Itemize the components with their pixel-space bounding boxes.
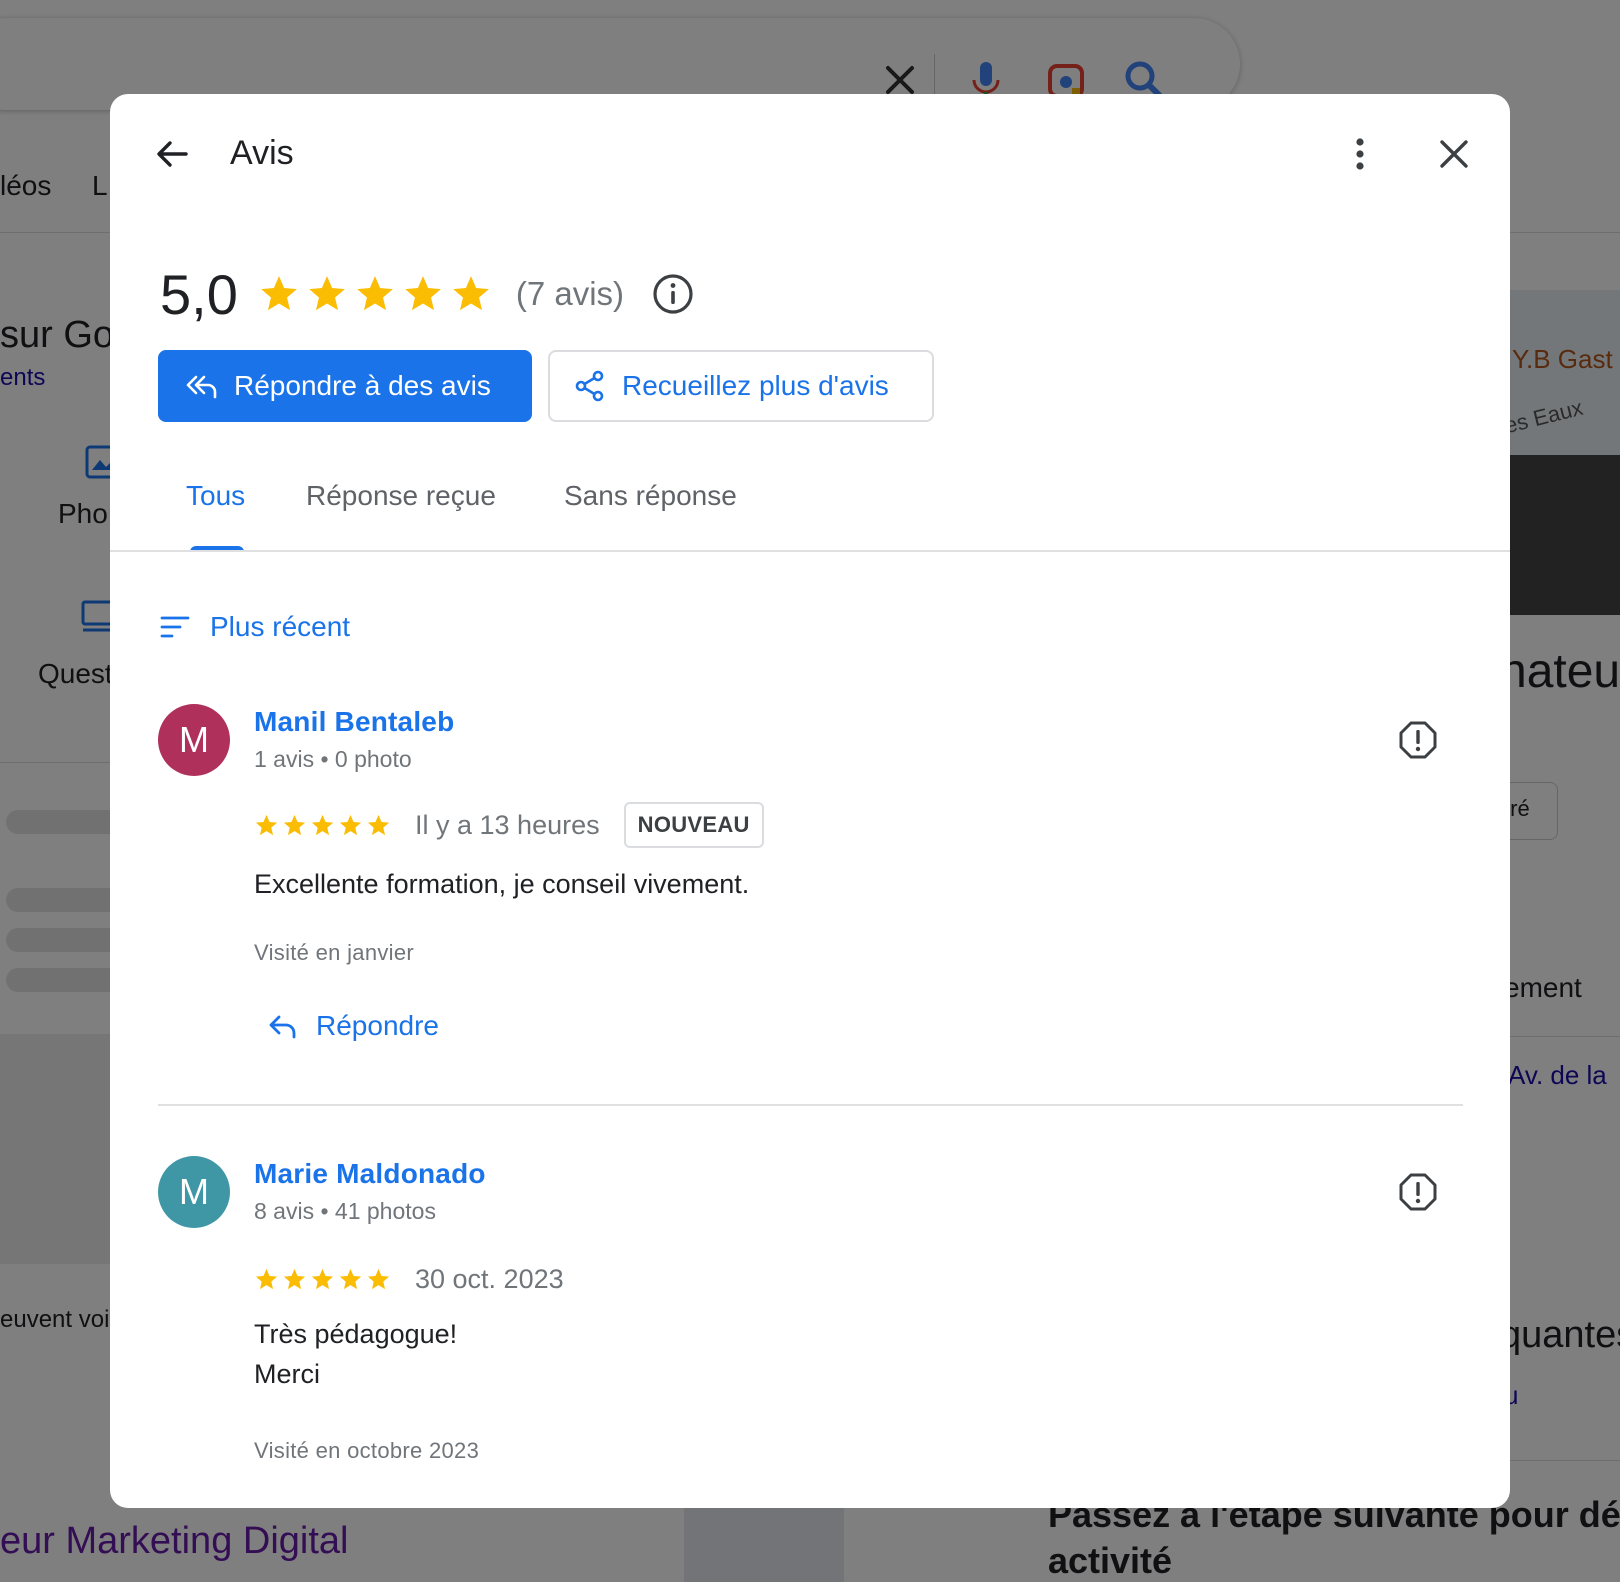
info-icon[interactable] bbox=[652, 273, 694, 315]
star-icon bbox=[405, 276, 441, 311]
rating-value: 5,0 bbox=[160, 262, 238, 326]
new-badge: NOUVEAU bbox=[623, 802, 764, 848]
review-text: Très pédagogue! Merci bbox=[254, 1319, 458, 1389]
tab-unanswered[interactable]: Sans réponse bbox=[564, 462, 764, 552]
star-icon bbox=[367, 1268, 390, 1289]
rating-stars bbox=[258, 273, 492, 315]
tab-label: Réponse reçue bbox=[306, 480, 496, 511]
star-icon bbox=[311, 1268, 334, 1289]
dialog-title: Avis bbox=[230, 134, 294, 172]
review-divider bbox=[158, 1104, 1463, 1106]
tab-replied[interactable]: Réponse reçue bbox=[306, 462, 526, 552]
close-button[interactable] bbox=[1426, 128, 1482, 184]
more-options-button[interactable] bbox=[1332, 128, 1388, 184]
avatar[interactable]: M bbox=[158, 1156, 230, 1228]
arrow-left-icon bbox=[152, 134, 192, 179]
review-author[interactable]: Marie Maldonado bbox=[254, 1158, 486, 1190]
review-date: 30 oct. 2023 bbox=[415, 1263, 564, 1294]
tab-label: Tous bbox=[186, 480, 246, 511]
more-vert-icon bbox=[1340, 134, 1380, 179]
reply-all-icon bbox=[184, 371, 218, 401]
star-icon bbox=[309, 276, 345, 311]
star-icon bbox=[311, 814, 334, 835]
report-icon bbox=[1398, 721, 1438, 764]
tab-label: Sans réponse bbox=[564, 480, 737, 511]
review-visited: Visité en janvier bbox=[254, 940, 415, 965]
review-filter-tabs: Tous Réponse reçue Sans réponse bbox=[158, 462, 1510, 552]
review-author-meta: 1 avis • 0 photo bbox=[254, 746, 412, 772]
star-icon bbox=[453, 276, 489, 311]
sort-label: Plus récent bbox=[210, 611, 351, 642]
collect-reviews-label: Recueillez plus d'avis bbox=[622, 370, 889, 401]
share-icon bbox=[574, 370, 606, 402]
review-stars bbox=[254, 1267, 391, 1292]
reply-label: Répondre bbox=[316, 1010, 439, 1041]
report-icon bbox=[1398, 1173, 1438, 1216]
star-icon bbox=[255, 1268, 278, 1289]
review-author-meta: 8 avis • 41 photos bbox=[254, 1198, 436, 1224]
star-icon bbox=[283, 1268, 306, 1289]
review-text: Excellente formation, je conseil vivemen… bbox=[254, 869, 750, 899]
rating-summary: 5,0 (7 avis) bbox=[160, 254, 694, 334]
reply-icon bbox=[268, 1012, 298, 1040]
reply-to-reviews-button[interactable]: Répondre à des avis bbox=[158, 350, 532, 422]
star-icon bbox=[261, 276, 297, 311]
review-stars bbox=[254, 813, 391, 838]
sort-icon bbox=[160, 615, 190, 639]
tabs-divider bbox=[110, 550, 1510, 552]
review-item: M Marie Maldonado 8 avis • 41 photos 30 … bbox=[158, 1156, 1470, 1508]
star-icon bbox=[357, 276, 393, 311]
reply-button[interactable]: Répondre bbox=[268, 1010, 439, 1042]
reviews-dialog: Avis 5,0 (7 avis) Répondre à des avis Re… bbox=[110, 94, 1510, 1508]
review-date: Il y a 13 heures bbox=[415, 809, 600, 840]
sort-button[interactable]: Plus récent bbox=[160, 602, 350, 652]
star-icon bbox=[367, 814, 390, 835]
star-icon bbox=[255, 814, 278, 835]
report-review-button[interactable] bbox=[1398, 1172, 1438, 1212]
review-item: M Manil Bentaleb 1 avis • 0 photo Il y a… bbox=[158, 704, 1470, 1104]
review-visited: Visité en octobre 2023 bbox=[254, 1438, 480, 1463]
review-count: (7 avis) bbox=[515, 275, 625, 312]
tab-all[interactable]: Tous bbox=[158, 462, 274, 552]
review-author[interactable]: Manil Bentaleb bbox=[254, 706, 454, 738]
report-review-button[interactable] bbox=[1398, 720, 1438, 760]
collect-reviews-button[interactable]: Recueillez plus d'avis bbox=[548, 350, 934, 422]
star-icon bbox=[339, 1268, 362, 1289]
back-button[interactable] bbox=[144, 128, 200, 184]
avatar[interactable]: M bbox=[158, 704, 230, 776]
close-icon bbox=[1434, 134, 1474, 179]
star-icon bbox=[283, 814, 306, 835]
review-rating-row: 30 oct. 2023 bbox=[254, 1254, 588, 1304]
star-icon bbox=[339, 814, 362, 835]
review-rating-row: Il y a 13 heures NOUVEAU bbox=[254, 800, 764, 850]
reply-to-reviews-label: Répondre à des avis bbox=[234, 370, 491, 401]
